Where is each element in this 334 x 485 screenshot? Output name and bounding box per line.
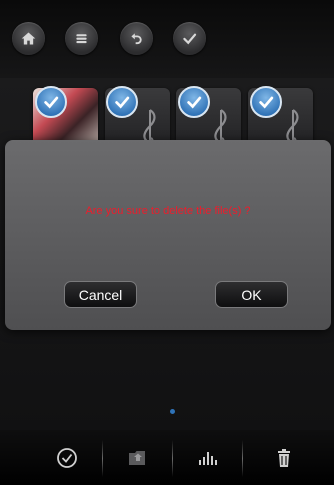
equalizer-button[interactable] — [172, 430, 242, 485]
top-toolbar — [0, 0, 334, 78]
selected-checkbox[interactable] — [35, 86, 67, 118]
cancel-button[interactable]: Cancel — [64, 281, 137, 308]
checkmark-icon — [259, 96, 274, 109]
dialog-message: Are you sure to delete the file(s) ? — [85, 205, 251, 217]
delete-confirm-dialog: Are you sure to delete the file(s) ? Can… — [5, 140, 331, 330]
checkmark-icon — [183, 33, 197, 45]
trash-icon — [278, 448, 290, 467]
selected-checkbox[interactable] — [178, 86, 210, 118]
select-all-icon — [57, 447, 77, 468]
checkmark-icon — [44, 96, 59, 109]
home-icon — [21, 32, 36, 45]
back-icon — [131, 33, 142, 45]
equalizer-icon — [199, 451, 217, 465]
menu-button[interactable] — [65, 22, 98, 55]
home-button[interactable] — [12, 22, 45, 55]
page-indicator — [170, 409, 175, 414]
selected-checkbox[interactable] — [106, 86, 138, 118]
bottom-toolbar — [0, 430, 334, 485]
select-all-button[interactable] — [32, 430, 102, 485]
checkmark-icon — [115, 96, 130, 109]
toolbar-divider — [242, 440, 243, 477]
move-folder-icon — [129, 450, 145, 465]
menu-icon — [76, 34, 87, 44]
back-button[interactable] — [120, 22, 153, 55]
selected-checkbox[interactable] — [250, 86, 282, 118]
move-to-folder-button[interactable] — [102, 430, 172, 485]
ok-button[interactable]: OK — [215, 281, 288, 308]
checkmark-icon — [187, 96, 202, 109]
delete-button[interactable] — [249, 430, 319, 485]
confirm-button[interactable] — [173, 22, 206, 55]
